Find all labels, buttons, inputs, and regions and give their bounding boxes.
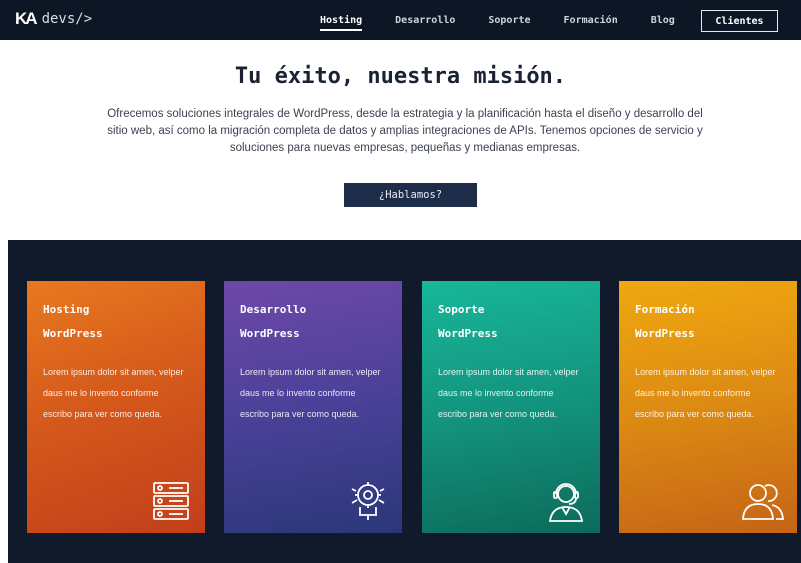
- service-card-hosting[interactable]: Hosting WordPress Lorem ipsum dolor sit …: [27, 281, 205, 533]
- card-title-line2: WordPress: [43, 327, 103, 340]
- card-title-line1: Soporte: [438, 303, 485, 316]
- nav-item-desarrollo[interactable]: Desarrollo: [395, 15, 455, 26]
- nav-item-blog[interactable]: Blog: [651, 15, 675, 26]
- nav-item-formacion[interactable]: Formación: [564, 15, 618, 26]
- card-title-line1: Formación: [635, 303, 695, 316]
- support-agent-icon: [548, 483, 584, 522]
- service-card-soporte[interactable]: Soporte WordPress Lorem ipsum dolor sit …: [422, 281, 600, 533]
- card-title-line2: WordPress: [240, 327, 300, 340]
- users-icon: [742, 484, 784, 520]
- card-title-line1: Desarrollo: [240, 303, 307, 316]
- logo-mark: KA: [15, 9, 38, 28]
- brain-gear-icon: [351, 482, 385, 520]
- service-card-desarrollo[interactable]: Desarrollo WordPress Lorem ipsum dolor s…: [224, 281, 402, 533]
- service-card-formacion[interactable]: Formación WordPress Lorem ipsum dolor si…: [619, 281, 797, 533]
- main-nav: Hosting Desarrollo Soporte Formación Blo…: [320, 0, 708, 40]
- card-text: Lorem ipsum dolor sit amen, velper daus …: [438, 367, 579, 419]
- card-text: Lorem ipsum dolor sit amen, velper daus …: [635, 367, 776, 419]
- hero-title: Tu éxito, nuestra misión.: [234, 64, 567, 89]
- nav-item-soporte[interactable]: Soporte: [488, 15, 530, 26]
- card-title-line1: Hosting: [43, 303, 90, 316]
- card-title-line2: WordPress: [438, 327, 498, 340]
- card-text: Lorem ipsum dolor sit amen, velper daus …: [240, 367, 381, 419]
- clients-button[interactable]: Clientes: [701, 10, 778, 32]
- server-icon: [153, 482, 189, 520]
- top-navigation-bar: KA devs/> Hosting Desarrollo Soporte For…: [0, 0, 801, 40]
- card-title-line2: WordPress: [635, 327, 695, 340]
- site-logo[interactable]: KA devs/>: [15, 9, 92, 29]
- nav-item-hosting[interactable]: Hosting: [320, 15, 363, 31]
- cta-button[interactable]: ¿Hablamos?: [344, 183, 477, 207]
- logo-text: devs/>: [41, 11, 93, 27]
- hero-description: Ofrecemos soluciones integrales de WordP…: [107, 108, 703, 154]
- card-text: Lorem ipsum dolor sit amen, velper daus …: [43, 367, 184, 419]
